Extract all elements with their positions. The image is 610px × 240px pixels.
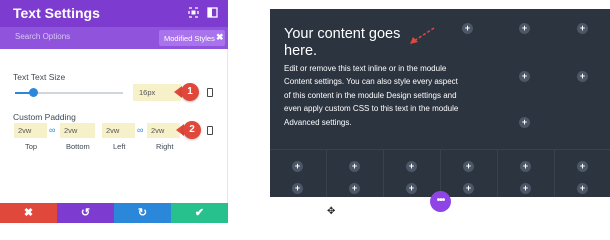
padding-left-field[interactable]: 2vw <box>102 123 135 138</box>
slider-handle[interactable] <box>29 88 39 97</box>
padding-caption-left: Left <box>113 142 126 151</box>
add-module-button[interactable]: + <box>292 161 303 172</box>
undo-button[interactable]: ↺ <box>57 203 114 223</box>
expand-icon[interactable] <box>188 7 199 18</box>
text-size-label: Text Text Size <box>13 72 66 82</box>
add-module-button[interactable]: + <box>520 183 531 194</box>
modified-styles-filter[interactable]: Modified Styles ✖ <box>159 30 225 46</box>
column-divider <box>326 150 327 197</box>
column-divider <box>497 150 498 197</box>
search-bar[interactable]: Search Options Modified Styles ✖ <box>0 27 228 49</box>
settings-panel: Text Settings Search Options Modified St… <box>0 0 228 223</box>
padding-left-value: 2vw <box>106 126 120 135</box>
column-divider <box>383 150 384 197</box>
redo-button[interactable]: ↻ <box>114 203 171 223</box>
link-icon[interactable]: ∞ <box>49 126 59 135</box>
padding-top-field[interactable]: 2vw <box>14 123 47 138</box>
add-module-button[interactable]: + <box>519 117 530 128</box>
add-module-button[interactable]: + <box>406 183 417 194</box>
panel-header: Text Settings <box>0 0 228 27</box>
add-module-button[interactable]: + <box>520 161 531 172</box>
column-divider <box>554 150 555 197</box>
page-canvas: Your content goes here. Edit or remove t… <box>270 9 610 197</box>
add-module-button[interactable]: + <box>462 23 473 34</box>
callout-badge-1: 1 <box>181 83 199 101</box>
padding-caption-right: Right <box>156 142 174 151</box>
add-module-button[interactable]: + <box>577 183 588 194</box>
dashed-arrow-icon <box>410 27 435 44</box>
mobile-device-icon[interactable] <box>207 88 213 97</box>
search-input[interactable]: Search Options <box>15 32 70 41</box>
add-module-button[interactable]: + <box>349 183 360 194</box>
close-icon[interactable]: ✖ <box>216 32 224 43</box>
save-button[interactable]: ✔ <box>171 203 228 223</box>
panel-footer: ✖ ↺ ↻ ✔ <box>0 203 228 223</box>
filter-label: Modified Styles <box>164 34 215 43</box>
padding-right-value: 2vw <box>151 126 165 135</box>
cancel-button[interactable]: ✖ <box>0 203 57 223</box>
text-size-slider[interactable] <box>15 88 123 97</box>
link-icon[interactable]: ∞ <box>137 126 147 135</box>
column-divider <box>440 150 441 197</box>
padding-bottom-value: 2vw <box>64 126 78 135</box>
add-module-button[interactable]: + <box>519 23 530 34</box>
content-body[interactable]: Edit or remove this text inline or in th… <box>284 62 464 129</box>
move-cursor-icon: ✥ <box>327 206 336 217</box>
add-module-button[interactable]: + <box>292 183 303 194</box>
section-menu-button[interactable]: ••• <box>430 191 451 212</box>
add-module-button[interactable]: + <box>519 71 530 82</box>
add-module-button[interactable]: + <box>406 161 417 172</box>
padding-caption-top: Top <box>25 142 38 151</box>
add-module-button[interactable]: + <box>577 23 588 34</box>
add-module-button[interactable]: + <box>463 161 474 172</box>
callout-badge-2: 2 <box>183 121 201 139</box>
panel-title: Text Settings <box>13 5 100 21</box>
add-module-button[interactable]: + <box>577 161 588 172</box>
custom-padding-label: Custom Padding <box>13 112 76 122</box>
padding-top-value: 2vw <box>18 126 32 135</box>
padding-caption-bottom: Bottom <box>66 142 90 151</box>
add-module-button[interactable]: + <box>577 71 588 82</box>
mobile-device-icon[interactable] <box>207 126 213 135</box>
text-size-value: 16px <box>139 88 156 97</box>
sidebar-icon[interactable] <box>207 7 218 18</box>
builder-screen: Text Settings Search Options Modified St… <box>0 0 610 223</box>
add-module-button[interactable]: + <box>349 161 360 172</box>
padding-bottom-field[interactable]: 2vw <box>60 123 95 138</box>
add-module-button[interactable]: + <box>463 183 474 194</box>
content-heading[interactable]: Your content goes here. <box>284 26 424 60</box>
